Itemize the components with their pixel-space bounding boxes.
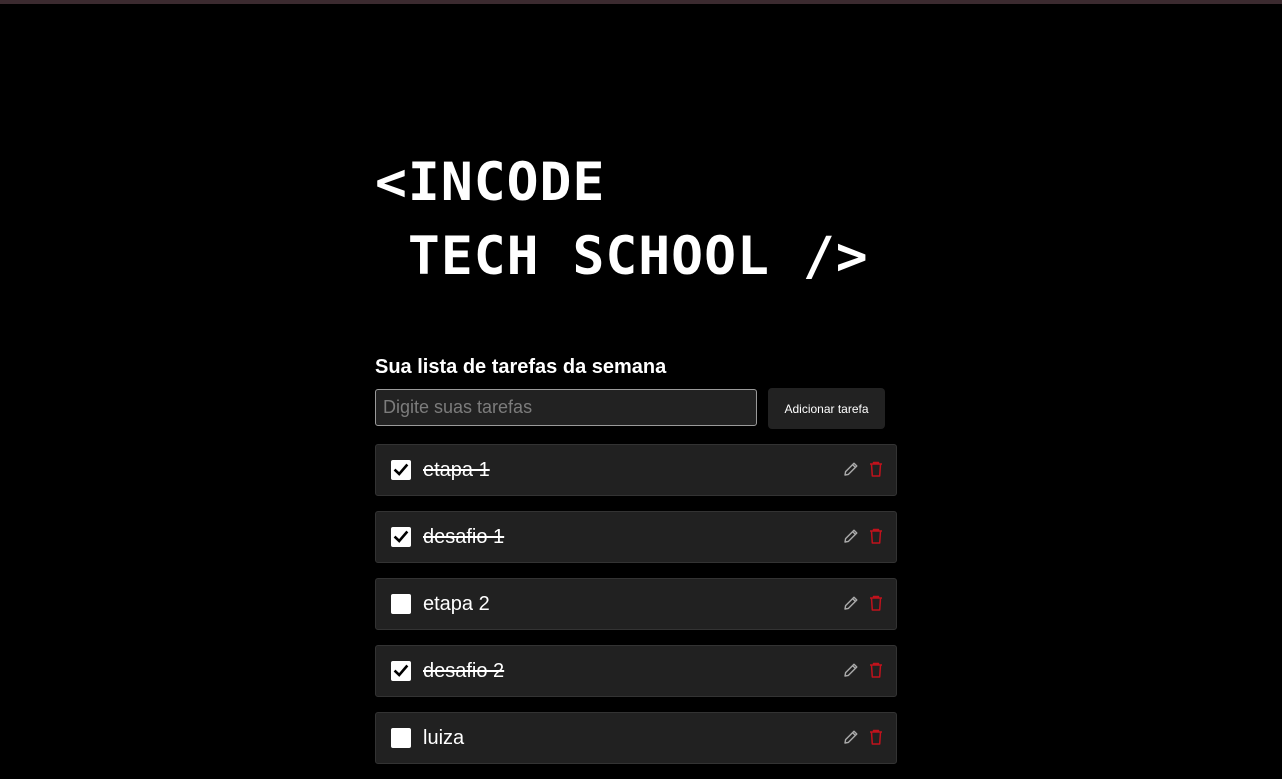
task-input[interactable] [375,389,757,426]
task-item: desafio 2 [375,645,897,697]
add-task-button[interactable]: Adicionar tarefa [768,388,885,429]
task-label: etapa 2 [423,593,490,615]
trash-icon[interactable] [868,460,884,478]
incode-logo: <INCODE TECH SCHOOL /> [375,152,897,292]
trash-icon[interactable] [868,661,884,679]
page-title: Sua lista de tarefas da semana [375,356,667,378]
pencil-icon[interactable] [842,594,860,612]
task-checkbox[interactable] [391,661,411,681]
task-item: etapa 1 [375,444,897,496]
check-icon [393,463,409,476]
pencil-icon[interactable] [842,527,860,545]
trash-icon[interactable] [868,728,884,746]
task-label: etapa 1 [423,459,490,481]
check-icon [393,664,409,677]
trash-icon[interactable] [868,527,884,545]
task-label: desafio 2 [423,660,505,682]
task-list: etapa 1 desafio 1 etapa 2 desafio 2 luiza [375,444,897,779]
task-checkbox[interactable] [391,527,411,547]
logo-line-1: <INCODE [375,152,606,213]
task-label: luiza [423,727,465,749]
task-checkbox[interactable] [391,460,411,480]
task-checkbox[interactable] [391,594,411,614]
todo-app: <INCODE TECH SCHOOL /> Sua lista de tare… [375,0,897,777]
trash-icon[interactable] [868,594,884,612]
pencil-icon[interactable] [842,661,860,679]
task-item: luiza [375,712,897,764]
task-item: desafio 1 [375,511,897,563]
logo-line-2: TECH SCHOOL /> [375,226,869,287]
pencil-icon[interactable] [842,460,860,478]
task-label: desafio 1 [423,526,505,548]
task-checkbox[interactable] [391,728,411,748]
task-item: etapa 2 [375,578,897,630]
check-icon [393,530,409,543]
pencil-icon[interactable] [842,728,860,746]
